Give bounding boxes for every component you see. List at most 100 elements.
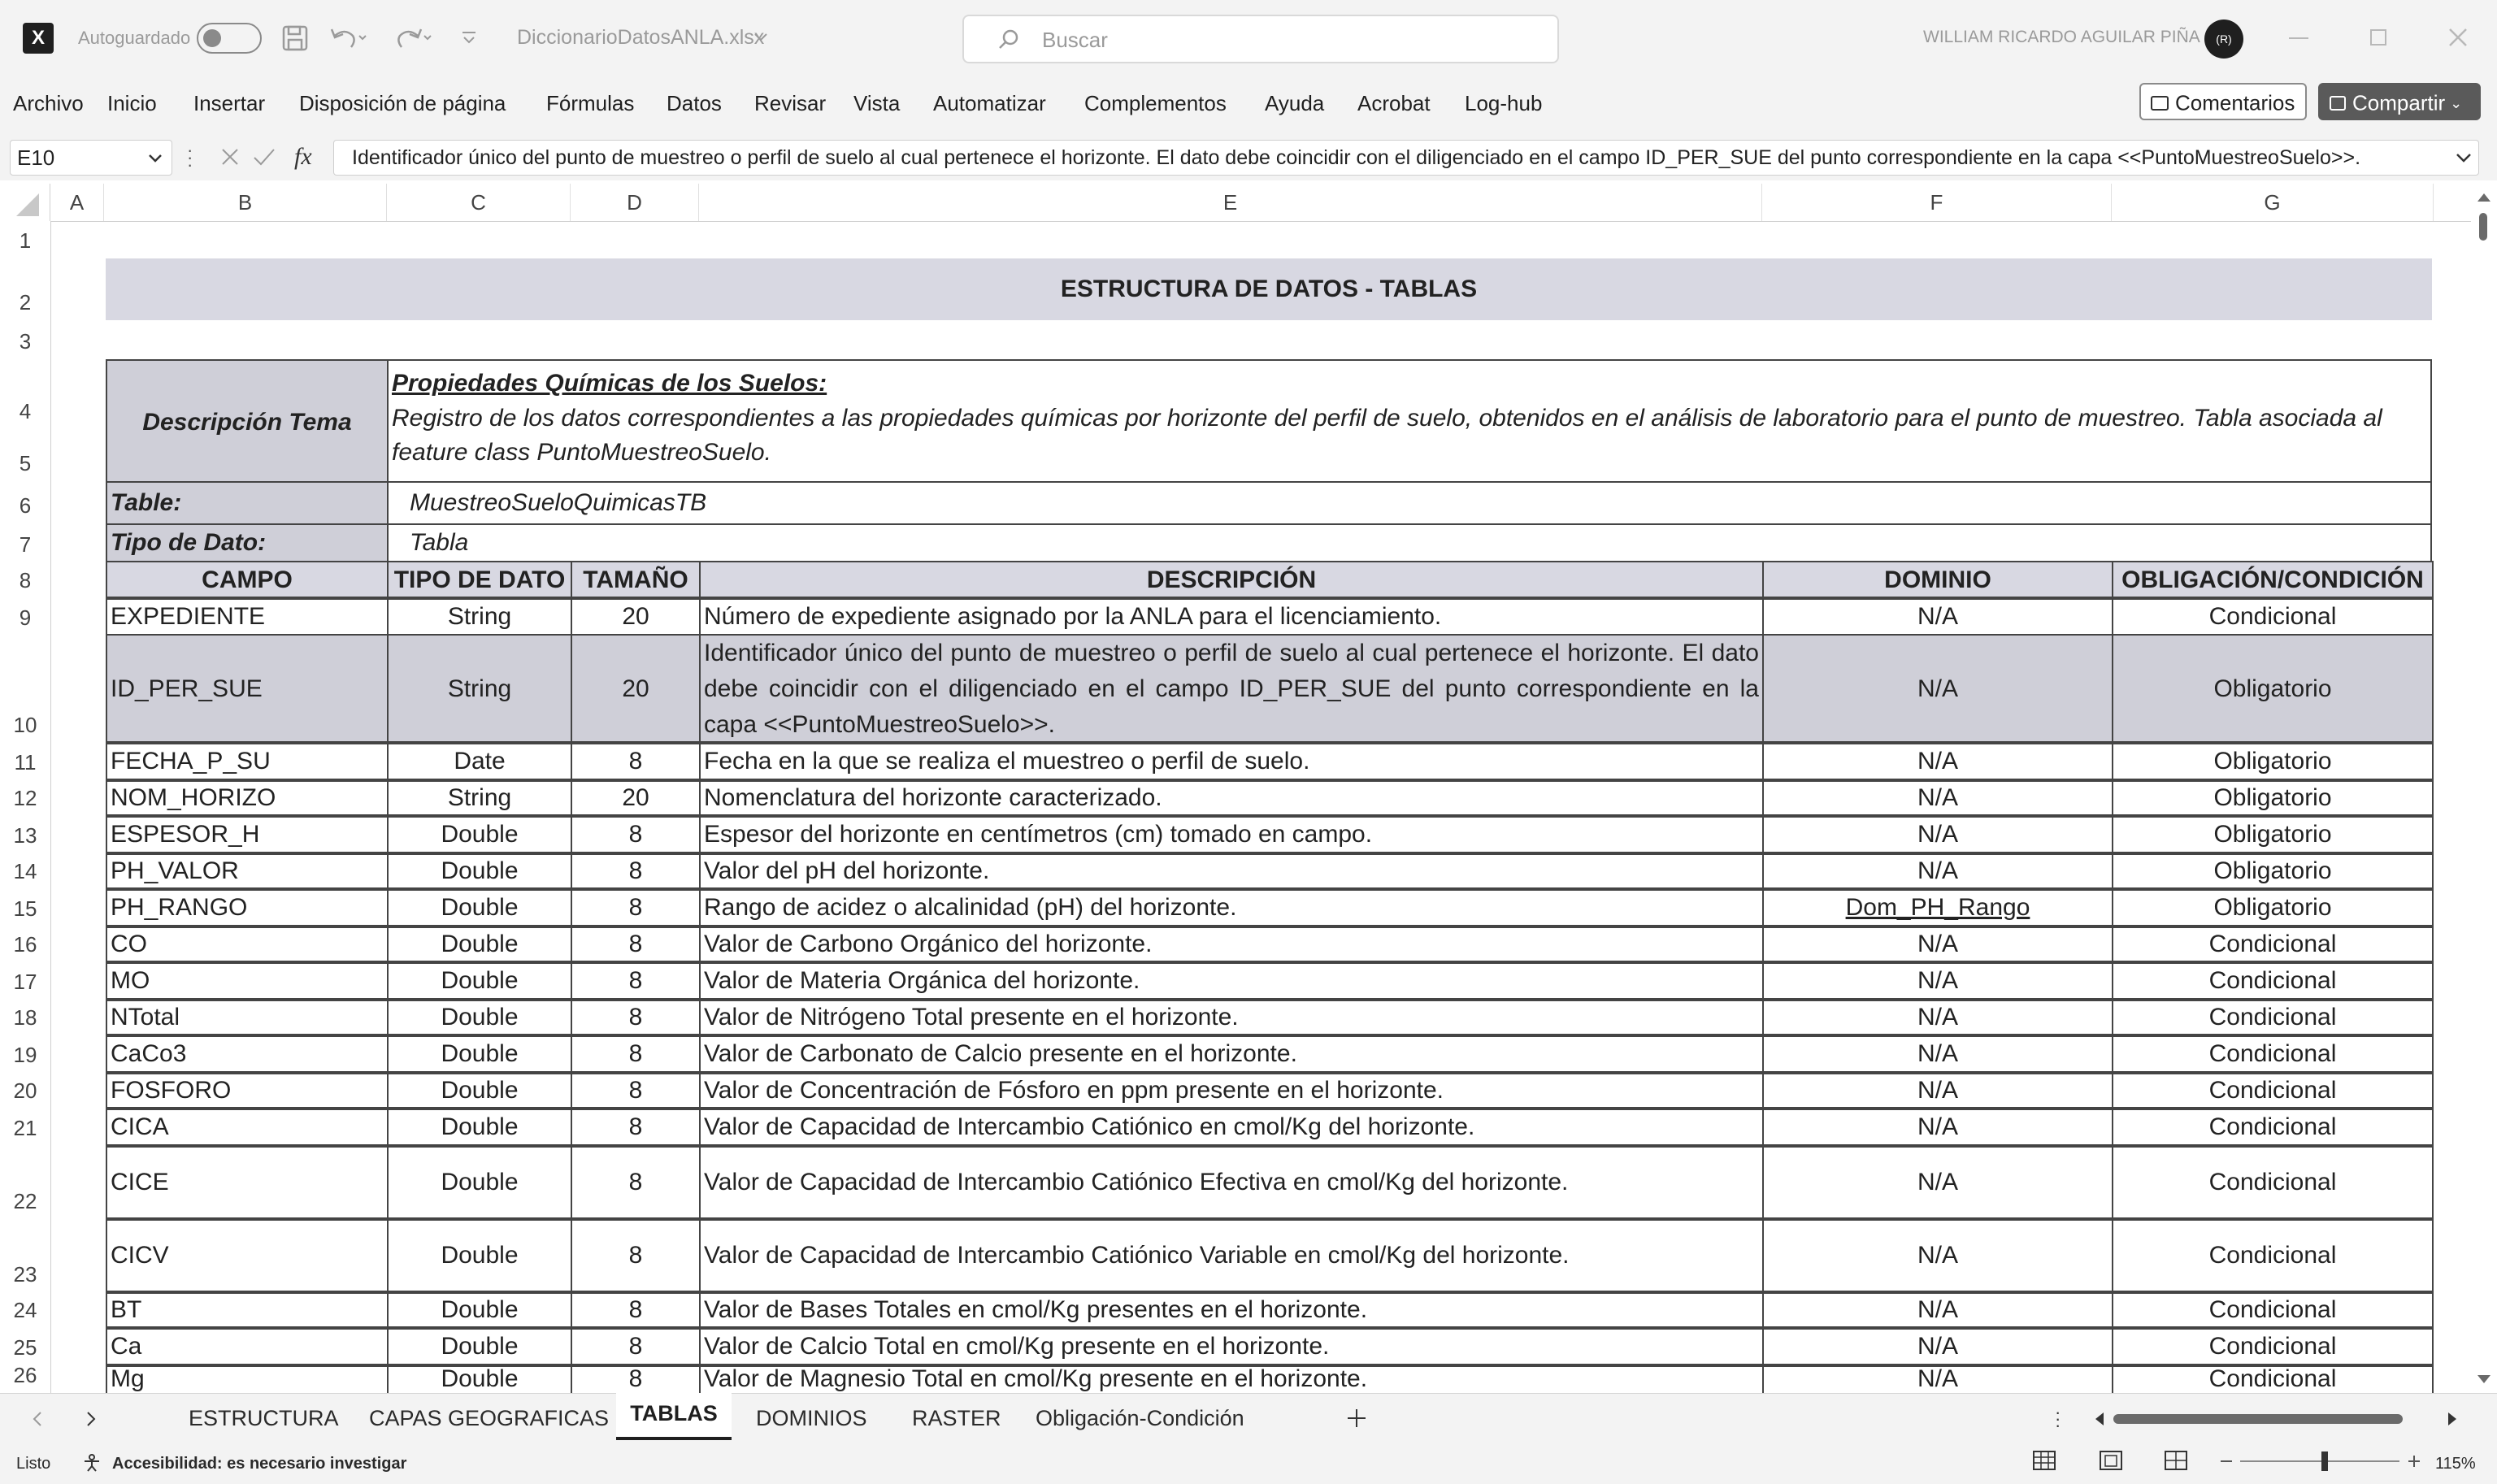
insert-function-icon[interactable]: fx [294,143,312,171]
table-cell-descripcion[interactable]: Espesor del horizonte en centímetros (cm… [699,814,1764,855]
file-name-chevron-icon[interactable] [753,31,769,44]
menu-datos[interactable]: Datos [667,91,722,116]
table-cell-campo[interactable]: NTotal [106,998,389,1037]
table-cell-obligacion[interactable]: Condicional [2112,1291,2434,1330]
table-cell-dominio[interactable]: N/A [1762,597,2113,637]
row-header-5[interactable]: 5 [0,449,50,478]
row-header-23[interactable]: 23 [0,1260,50,1289]
menu-automatizar[interactable]: Automatizar [933,91,1046,116]
table-cell-dominio[interactable]: Dom_PH_Rango [1762,887,2113,928]
menu-disposicion[interactable]: Disposición de página [299,91,506,116]
menu-revisar[interactable]: Revisar [754,91,826,116]
row-header-1[interactable]: 1 [0,226,50,255]
row-header-6[interactable]: 6 [0,491,50,520]
table-cell-campo[interactable]: PH_VALOR [106,852,389,891]
tab-estructura[interactable]: ESTRUCTURA [189,1406,339,1431]
horizontal-scroll-left-icon[interactable] [2094,1412,2104,1425]
table-cell-tamano[interactable]: 8 [571,1291,701,1330]
tab-raster[interactable]: RASTER [912,1406,1001,1431]
table-cell-obligacion[interactable]: Condicional [2112,1034,2434,1074]
table-cell-tipo-dato[interactable]: Double [387,1034,572,1074]
table-cell-descripcion[interactable]: Rango de acidez o alcalinidad (pH) del h… [699,887,1764,928]
description-label-cell[interactable]: Descripción Tema [106,359,389,483]
table-header-dominio[interactable]: DOMINIO [1762,561,2113,600]
horizontal-scroll-thumb[interactable] [2113,1414,2403,1424]
table-header-tipo-dato[interactable]: TIPO DE DATO [387,561,572,600]
table-cell-tipo-dato[interactable]: Double [387,961,572,1001]
table-cell-tipo-dato[interactable]: Double [387,1326,572,1367]
table-cell-descripcion[interactable]: Valor de Calcio Total en cmol/Kg present… [699,1326,1764,1367]
redo-icon[interactable] [392,24,432,52]
table-cell-tipo-dato[interactable]: Double [387,1107,572,1148]
table-cell-tipo-dato[interactable]: String [387,779,572,818]
table-cell-campo[interactable]: FOSFORO [106,1071,389,1110]
menu-insertar[interactable]: Insertar [193,91,265,116]
table-value-cell[interactable]: MuestreoSueloQuimicasTB [387,481,2432,525]
share-button[interactable]: Compartir ⌄ [2318,83,2481,120]
table-cell-obligacion[interactable]: Condicional [2112,998,2434,1037]
table-cell-tamano[interactable]: 8 [571,887,701,928]
comments-button[interactable]: Comentarios [2139,83,2307,120]
user-name[interactable]: WILLIAM RICARDO AGUILAR PIÑA [1923,28,2200,47]
table-cell-tamano[interactable]: 8 [571,1107,701,1148]
table-cell-dominio[interactable]: N/A [1762,1326,2113,1367]
tab-capas-geograficas[interactable]: CAPAS GEOGRAFICAS [369,1406,609,1431]
table-cell-dominio[interactable]: N/A [1762,1217,2113,1294]
table-cell-dominio[interactable]: N/A [1762,1364,2113,1395]
table-cell-dominio[interactable]: N/A [1762,1071,2113,1110]
table-cell-campo[interactable]: NOM_HORIZO [106,779,389,818]
table-cell-obligacion[interactable]: Condicional [2112,597,2434,637]
table-cell-tamano[interactable]: 20 [571,779,701,818]
table-cell-campo[interactable]: EXPEDIENTE [106,597,389,637]
save-icon[interactable] [281,24,309,52]
row-header-4[interactable]: 4 [0,397,50,426]
minimize-icon[interactable] [2289,37,2308,39]
confirm-entry-icon[interactable] [252,146,276,167]
table-cell-tipo-dato[interactable]: Double [387,1071,572,1110]
table-cell-dominio[interactable]: N/A [1762,779,2113,818]
row-header-24[interactable]: 24 [0,1295,50,1325]
table-cell-dominio[interactable]: N/A [1762,961,2113,1001]
zoom-in-icon[interactable] [2408,1455,2421,1468]
row-header-9[interactable]: 9 [0,603,50,632]
table-cell-descripcion[interactable]: Nomenclatura del horizonte caracterizado… [699,779,1764,818]
table-cell-campo[interactable]: ID_PER_SUE [106,634,389,744]
row-header-13[interactable]: 13 [0,821,50,850]
page-break-view-icon[interactable] [2164,1450,2188,1471]
table-cell-tamano[interactable]: 8 [571,925,701,964]
table-cell-descripcion[interactable]: Valor de Magnesio Total en cmol/Kg prese… [699,1364,1764,1395]
column-header-e[interactable]: E [699,184,1762,221]
table-cell-tipo-dato[interactable]: Double [387,1217,572,1294]
table-cell-tamano[interactable]: 8 [571,1364,701,1395]
normal-view-icon[interactable] [2032,1450,2056,1471]
table-cell-descripcion[interactable]: Valor de Capacidad de Intercambio Catión… [699,1144,1764,1221]
row-header-12[interactable]: 12 [0,783,50,813]
accessibility-status[interactable]: Accesibilidad: es necesario investigar [112,1455,406,1473]
table-label-cell[interactable]: Table: [106,481,389,525]
table-cell-dominio[interactable]: N/A [1762,852,2113,891]
table-cell-campo[interactable]: Ca [106,1326,389,1367]
table-cell-tipo-dato[interactable]: Double [387,814,572,855]
table-header-obligacion[interactable]: OBLIGACIÓN/CONDICIÓN [2112,561,2434,600]
table-cell-dominio[interactable]: N/A [1762,634,2113,744]
table-cell-descripcion[interactable]: Valor de Concentración de Fósforo en ppm… [699,1071,1764,1110]
table-cell-tamano[interactable]: 8 [571,998,701,1037]
restore-icon[interactable] [2370,29,2386,46]
table-cell-campo[interactable]: CICE [106,1144,389,1221]
menu-acrobat[interactable]: Acrobat [1357,91,1431,116]
row-header-22[interactable]: 22 [0,1187,50,1216]
table-cell-tipo-dato[interactable]: Date [387,741,572,782]
table-cell-tipo-dato[interactable]: Double [387,1364,572,1395]
row-header-17[interactable]: 17 [0,967,50,996]
formula-input[interactable]: Identificador único del punto de muestre… [333,140,2479,176]
table-cell-campo[interactable]: PH_RANGO [106,887,389,928]
file-name[interactable]: DiccionarioDatosANLA.xlsx [517,26,764,50]
table-cell-campo[interactable]: CO [106,925,389,964]
zoom-slider-thumb[interactable] [2321,1451,2328,1471]
autosave-toggle[interactable] [197,23,262,54]
table-cell-tamano[interactable]: 8 [571,1144,701,1221]
close-icon[interactable] [2447,26,2469,49]
menu-archivo[interactable]: Archivo [13,91,84,116]
row-header-8[interactable]: 8 [0,566,50,595]
select-all-corner[interactable] [0,184,50,221]
